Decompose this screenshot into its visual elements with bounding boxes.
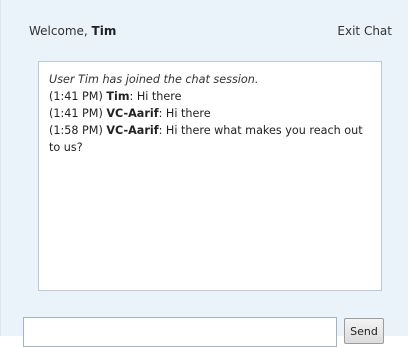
chat-message: (1:58 PM) VC-Aarif: Hi there what makes … xyxy=(49,122,371,156)
message-sender: VC-Aarif xyxy=(106,124,159,137)
message-text: : Hi there xyxy=(129,90,182,103)
chat-widget: Welcome, Tim Exit Chat User Tim has join… xyxy=(0,0,408,347)
welcome-text: Welcome, Tim xyxy=(29,24,116,38)
chat-header: Welcome, Tim Exit Chat xyxy=(29,24,392,42)
message-time: (1:41 PM) xyxy=(49,90,107,103)
chat-message: (1:41 PM) Tim: Hi there xyxy=(49,88,371,105)
message-sender: VC-Aarif xyxy=(106,107,159,120)
welcome-prefix: Welcome, xyxy=(29,24,92,38)
chat-message: (1:41 PM) VC-Aarif: Hi there xyxy=(49,105,371,122)
system-message: User Tim has joined the chat session. xyxy=(49,73,259,86)
send-button[interactable]: Send xyxy=(344,318,384,344)
chat-transcript[interactable]: User Tim has joined the chat session. (1… xyxy=(38,61,382,291)
message-sender: Tim xyxy=(106,90,130,103)
message-time: (1:41 PM) xyxy=(49,107,107,120)
message-time: (1:58 PM) xyxy=(49,124,107,137)
message-input[interactable] xyxy=(23,317,337,347)
exit-chat-link[interactable]: Exit Chat xyxy=(337,24,392,38)
user-name: Tim xyxy=(91,24,117,38)
message-text: : Hi there xyxy=(158,107,211,120)
